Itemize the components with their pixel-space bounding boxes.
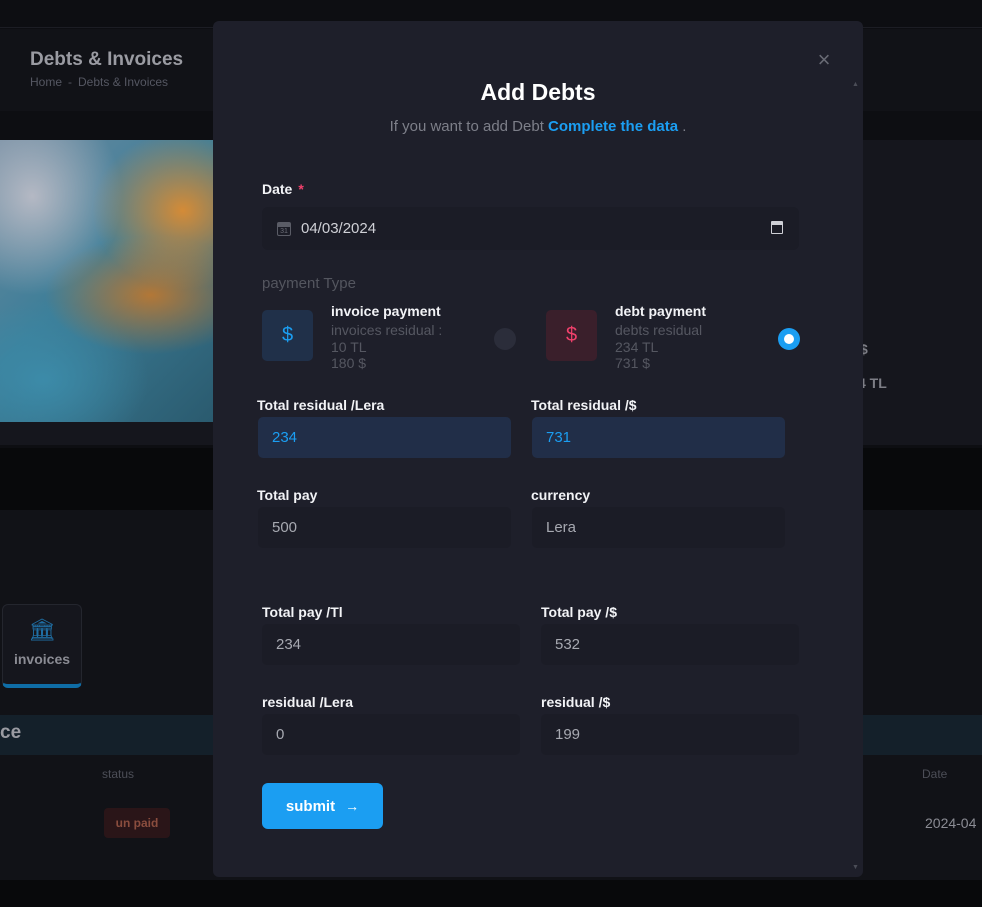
table-title: ce xyxy=(0,722,22,743)
residual-usd-label: residual /$ xyxy=(541,694,611,710)
dollar-icon: $ xyxy=(546,310,597,361)
total-residual-lera-field[interactable]: 234 xyxy=(258,417,511,458)
breadcrumb-current: Debts & Invoices xyxy=(78,75,169,89)
date-label-text: Date xyxy=(262,181,293,197)
modal-subtitle: If you want to add Debt Complete the dat… xyxy=(213,118,863,135)
scroll-down-arrow[interactable]: ▼ xyxy=(852,864,859,871)
payment-type-label: payment Type xyxy=(262,275,356,292)
submit-button[interactable]: submit → xyxy=(262,783,383,829)
table-cell-date: 2024-04 xyxy=(925,815,977,831)
tab-invoices[interactable]: 🏛 invoices xyxy=(2,604,82,688)
total-pay-usd-label: Total pay /$ xyxy=(541,604,617,620)
total-pay-usd-field[interactable]: 532 xyxy=(541,624,799,665)
submit-label: submit xyxy=(285,797,336,815)
invoice-residual-label: invoices residual : xyxy=(331,322,443,338)
subtitle-period: . xyxy=(682,118,687,135)
tab-invoices-label: invoices xyxy=(13,651,71,667)
subtitle-link[interactable]: Complete the data xyxy=(548,118,678,135)
page-title: Debts & Invoices xyxy=(30,49,184,70)
invoice-payment-title: invoice payment xyxy=(331,303,441,319)
debt-residual-tl: 234 TL xyxy=(615,339,659,355)
currency-label: currency xyxy=(531,487,591,503)
close-icon[interactable]: × xyxy=(813,49,835,71)
currency-select[interactable]: Lera xyxy=(532,507,785,548)
debt-residual-label: debts residual xyxy=(615,322,703,338)
total-pay-label: Total pay xyxy=(257,487,318,503)
bank-dollar-icon: 🏛 xyxy=(28,617,56,642)
total-pay-input[interactable]: 500 xyxy=(258,507,511,548)
invoice-residual-tl: 10 TL xyxy=(331,339,367,355)
date-label: Date * xyxy=(262,181,304,197)
arrow-right-icon: → xyxy=(345,798,360,814)
total-residual-usd-field[interactable]: 731 xyxy=(532,417,785,458)
date-picker-icon[interactable] xyxy=(771,221,783,234)
date-value: 04/03/2024 xyxy=(301,220,377,237)
debt-residual-usd: 731 $ xyxy=(615,355,651,371)
total-residual-usd-label: Total residual /$ xyxy=(531,397,637,413)
footer-band xyxy=(0,880,982,907)
add-debt-modal: × ▲ ▼ Add Debts If you want to add Debt … xyxy=(213,21,863,877)
date-input[interactable]: 31 04/03/2024 xyxy=(262,207,799,250)
status-badge: un paid xyxy=(104,808,170,838)
breadcrumb-separator: - xyxy=(68,75,73,89)
column-header-status: status xyxy=(102,767,135,781)
breadcrumb-home[interactable]: Home xyxy=(30,75,62,89)
hero-image xyxy=(0,140,215,422)
total-pay-tl-label: Total pay /Tl xyxy=(262,604,343,620)
invoice-residual-usd: 180 $ xyxy=(331,355,367,371)
column-header-date: Date xyxy=(922,767,948,781)
dollar-icon: $ xyxy=(262,310,313,361)
subtitle-text: If you want to add Debt xyxy=(389,118,544,135)
residual-usd-field[interactable]: 199 xyxy=(541,714,799,755)
total-pay-tl-field[interactable]: 234 xyxy=(262,624,520,665)
invoice-payment-radio[interactable] xyxy=(494,328,516,350)
debt-payment-title: debt payment xyxy=(615,303,707,319)
debt-payment-radio[interactable] xyxy=(778,328,800,350)
residual-lera-field[interactable]: 0 xyxy=(262,714,520,755)
modal-title: Add Debts xyxy=(480,79,596,105)
residual-lera-label: residual /Lera xyxy=(262,694,354,710)
breadcrumb: Home - Debts & Invoices xyxy=(30,75,168,89)
calendar-icon: 31 xyxy=(277,221,291,236)
required-mark: * xyxy=(298,181,304,197)
total-residual-lera-label: Total residual /Lera xyxy=(257,397,385,413)
